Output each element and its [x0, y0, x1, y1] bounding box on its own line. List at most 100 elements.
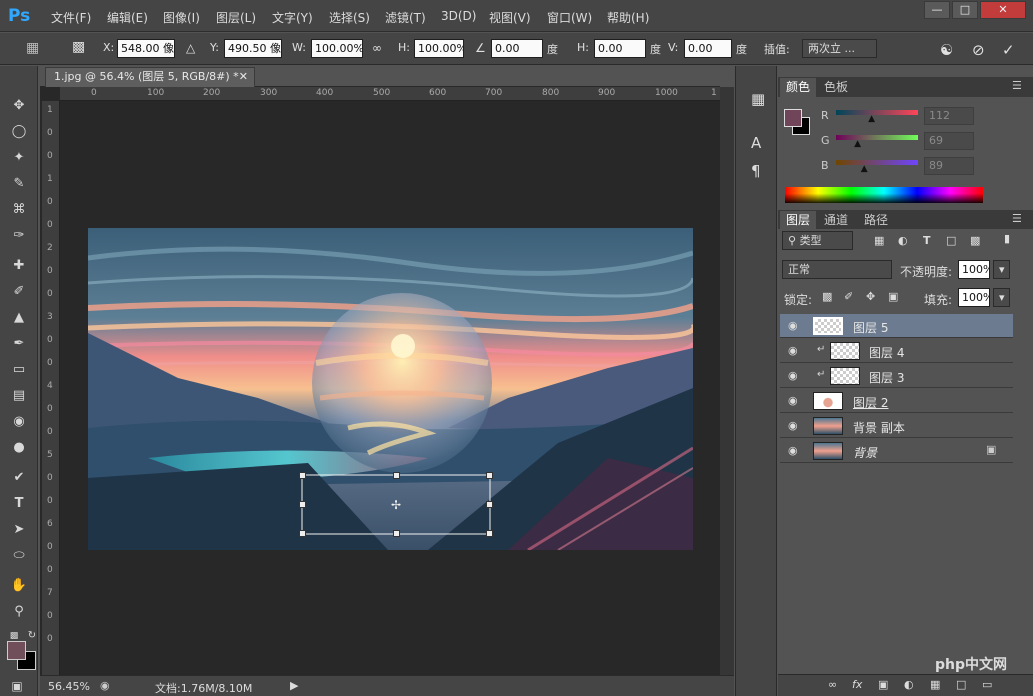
history-brush-icon[interactable]: ✒	[9, 334, 29, 354]
transform-handle[interactable]	[486, 472, 493, 479]
brush-icon[interactable]: ✐	[9, 282, 29, 302]
filter-toggle-icon[interactable]: ▮	[1004, 232, 1010, 245]
menu-3d[interactable]: 3D(D)	[441, 9, 476, 23]
transform-handle[interactable]	[299, 472, 306, 479]
fill-dropdown-icon[interactable]: ▾	[993, 288, 1010, 307]
transform-handle[interactable]	[486, 501, 493, 508]
tab-swatches[interactable]: 色板	[818, 78, 854, 97]
b-value-input[interactable]: 89	[924, 157, 974, 175]
tab-paths[interactable]: 路径	[858, 211, 894, 230]
transform-handle[interactable]	[486, 530, 493, 537]
tab-channels[interactable]: 通道	[818, 211, 854, 230]
eyedropper-icon[interactable]: ✑	[9, 226, 29, 246]
layers-menu-icon[interactable]: ☰	[1012, 212, 1022, 225]
lock-pixels-icon[interactable]: ✐	[844, 290, 853, 303]
new-layer-icon[interactable]: □	[956, 678, 966, 691]
lock-position-icon[interactable]: ✥	[866, 290, 875, 303]
transform-handle[interactable]	[299, 530, 306, 537]
status-menu-icon[interactable]: ◉	[100, 679, 110, 692]
panel-menu-icon[interactable]: ☰	[1012, 79, 1022, 92]
layer-row-background[interactable]: ◉ 背景 ▣	[780, 439, 1013, 463]
filter-pixel-icon[interactable]: ▦	[874, 234, 884, 247]
crop-icon[interactable]: ⌘	[9, 200, 29, 220]
menu-help[interactable]: 帮助(H)	[607, 9, 649, 26]
close-icon[interactable]: ✕	[980, 1, 1026, 19]
blur-icon[interactable]: ◉	[9, 412, 29, 432]
document-tab[interactable]: 1.jpg @ 56.4% (图层 5, RGB/8#) * ✕	[45, 67, 255, 87]
visibility-eye-icon[interactable]: ◉	[788, 419, 798, 432]
ellipse-shape-icon[interactable]: ⬭	[9, 546, 29, 566]
menu-edit[interactable]: 编辑(E)	[107, 9, 148, 26]
hand-icon[interactable]: ✋	[9, 576, 29, 596]
filter-type-icon[interactable]: T	[923, 234, 931, 247]
add-mask-icon[interactable]: ▣	[878, 678, 888, 691]
delete-layer-icon[interactable]: ▭	[982, 678, 992, 691]
warp-icon[interactable]: ☯	[940, 41, 953, 59]
close-tab-icon[interactable]: ✕	[239, 68, 248, 86]
menu-select[interactable]: 选择(S)	[329, 9, 370, 26]
menu-filter[interactable]: 滤镜(T)	[385, 9, 426, 26]
height-input[interactable]: 100.00%	[414, 39, 464, 58]
blend-mode-select[interactable]: 正常	[782, 260, 892, 279]
g-value-input[interactable]: 69	[924, 132, 974, 150]
layer-row-2[interactable]: ◉ 图层 2	[780, 389, 1013, 413]
tab-layers[interactable]: 图层	[780, 211, 817, 230]
zoom-icon[interactable]: ⚲	[9, 602, 29, 622]
transform-handle[interactable]	[393, 472, 400, 479]
fill-input[interactable]: 100%	[958, 288, 990, 307]
type-icon[interactable]: T	[9, 494, 29, 514]
opacity-dropdown-icon[interactable]: ▾	[993, 260, 1010, 279]
new-adjustment-icon[interactable]: ◐	[904, 678, 914, 691]
foreground-color[interactable]	[7, 641, 26, 660]
layer-row-bg-copy[interactable]: ◉ 背景 副本	[780, 414, 1013, 438]
character-panel-icon[interactable]: A	[751, 134, 761, 152]
menu-view[interactable]: 视图(V)	[489, 9, 531, 26]
filter-shape-icon[interactable]: □	[946, 234, 956, 247]
dodge-icon[interactable]: ●	[9, 438, 29, 458]
pen-icon[interactable]: ✔	[9, 468, 29, 488]
layer-style-icon[interactable]: fx	[852, 678, 862, 691]
x-position-input[interactable]: 548.00 像	[117, 39, 175, 58]
layer-row-5[interactable]: ◉ 图层 5	[780, 314, 1013, 338]
visibility-eye-icon[interactable]: ◉	[788, 394, 798, 407]
link-layers-icon[interactable]: ∞	[828, 678, 837, 691]
menu-layer[interactable]: 图层(L)	[216, 9, 256, 26]
y-position-input[interactable]: 490.50 像	[224, 39, 282, 58]
interpolation-select[interactable]: 两次立 ...	[802, 39, 877, 58]
lock-transparent-icon[interactable]: ▩	[822, 290, 832, 303]
healing-brush-icon[interactable]: ✚	[9, 256, 29, 276]
layer-row-4[interactable]: ◉ ↵ 图层 4	[780, 339, 1013, 363]
filter-adjustment-icon[interactable]: ◐	[898, 234, 908, 247]
r-slider-thumb[interactable]: ▲	[868, 114, 875, 124]
b-slider[interactable]	[836, 160, 918, 165]
rotate-input[interactable]: 0.00	[491, 39, 543, 58]
visibility-eye-icon[interactable]: ◉	[788, 369, 798, 382]
transform-tool-icon[interactable]: ▦	[26, 40, 39, 56]
eraser-icon[interactable]: ▭	[9, 360, 29, 380]
transform-handle[interactable]	[393, 530, 400, 537]
status-arrow-icon[interactable]: ▶	[290, 679, 298, 692]
paragraph-panel-icon[interactable]: ¶	[751, 162, 761, 180]
menu-file[interactable]: 文件(F)	[51, 9, 91, 26]
color-spectrum-bar[interactable]	[785, 187, 983, 203]
vskew-input[interactable]: 0.00	[684, 39, 732, 58]
transform-center-icon[interactable]: ✢	[391, 498, 401, 512]
new-group-icon[interactable]: ▦	[930, 678, 940, 691]
quick-selection-icon[interactable]: ✎	[9, 174, 29, 194]
color-panel-fg-swatch[interactable]	[784, 109, 802, 127]
move-tool-icon[interactable]: ✥	[9, 96, 29, 116]
layer-row-3[interactable]: ◉ ↵ 图层 3	[780, 364, 1013, 388]
relative-position-icon[interactable]: △	[186, 41, 195, 55]
commit-transform-icon[interactable]: ✓	[1002, 41, 1015, 59]
gradient-icon[interactable]: ▤	[9, 386, 29, 406]
maximize-icon[interactable]: □	[952, 1, 978, 19]
menu-window[interactable]: 窗口(W)	[547, 9, 592, 26]
hskew-input[interactable]: 0.00	[594, 39, 646, 58]
canvas-artwork[interactable]: ✢	[88, 228, 693, 550]
tab-color[interactable]: 颜色	[780, 78, 817, 97]
vertical-scrollbar[interactable]	[720, 87, 734, 676]
zoom-level[interactable]: 56.45%	[48, 680, 90, 693]
reference-point-icon[interactable]: ▩	[72, 39, 85, 55]
r-slider[interactable]	[836, 110, 918, 115]
opacity-input[interactable]: 100%	[958, 260, 990, 279]
